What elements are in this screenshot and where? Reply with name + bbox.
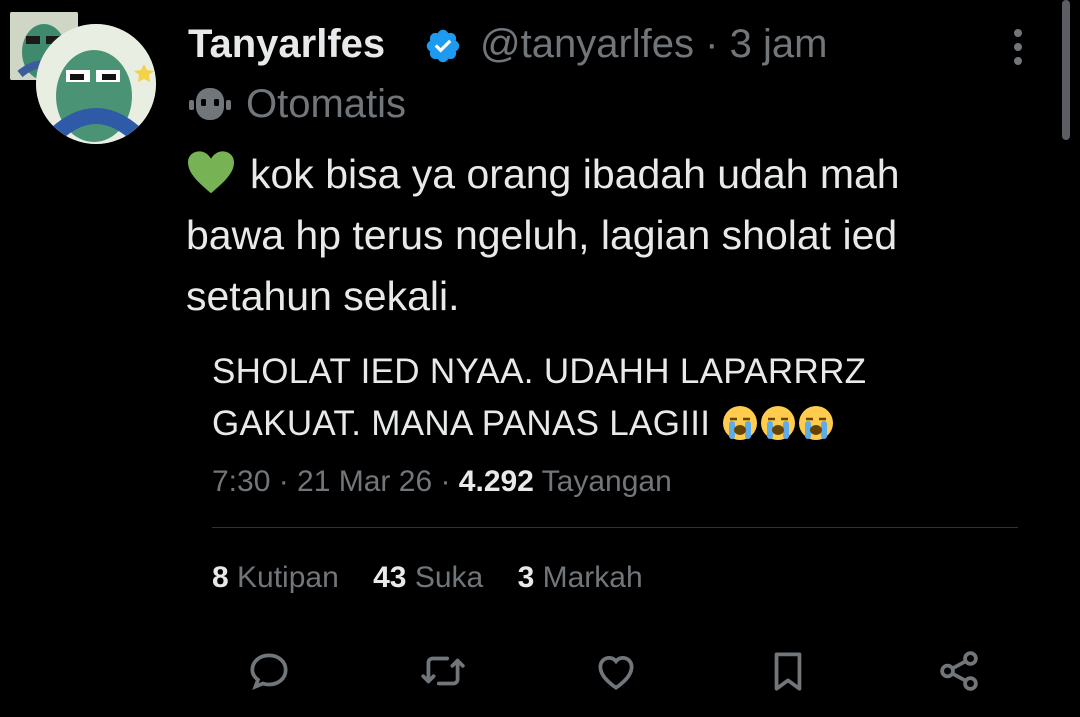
share-icon[interactable] — [934, 646, 984, 696]
quotes-label: Kutipan — [237, 561, 339, 594]
author-name[interactable]: Tanyarlfes — [188, 20, 385, 68]
embedded-post-meta: 7:30 · 21 Mar 26 · 4.292 Tayangan — [212, 462, 672, 502]
loudly-crying-face-emoji — [798, 404, 834, 440]
green-heart-emoji — [186, 150, 236, 196]
robot-icon — [188, 84, 232, 124]
bookmarks-label: Markah — [542, 561, 643, 594]
embedded-line-1: SHOLAT IED NYAA. UDAHH LAPARRRZ — [212, 352, 867, 391]
quotes-count: 8 — [212, 561, 229, 594]
retweet-icon[interactable] — [418, 646, 468, 696]
bookmark-icon[interactable] — [763, 646, 813, 696]
tweet-line-1: kok bisa ya orang ibadah udah mah — [186, 144, 1046, 205]
tweet-line-2: bawa hp terus ngeluh, lagian sholat ied — [186, 212, 898, 258]
embedded-stats: 8 Kutipan 43 Suka 3 Markah — [212, 558, 643, 598]
more-vertical-icon[interactable] — [1006, 28, 1030, 66]
embedded-line-2: GAKUAT. MANA PANAS LAGIII — [212, 398, 972, 450]
loudly-crying-face-emoji — [722, 404, 758, 440]
loudly-crying-face-emoji — [760, 404, 796, 440]
embedded-post-text: SHOLAT IED NYAA. UDAHH LAPARRRZ GAKUAT. … — [212, 346, 972, 450]
embedded-views-count: 4.292 — [458, 465, 534, 498]
post-time[interactable]: · 3 jam — [705, 22, 827, 66]
like-icon[interactable] — [591, 646, 641, 696]
author-handle[interactable]: @tanyarlfes — [480, 22, 694, 66]
reply-icon[interactable] — [244, 646, 294, 696]
author-handle-time[interactable]: @tanyarlfes · 3 jam — [480, 20, 827, 68]
bookmarks-count: 3 — [517, 561, 535, 594]
tweet-line-1-text: kok bisa ya orang ibadah udah mah — [250, 151, 900, 197]
likes-count: 43 — [373, 561, 407, 594]
tweet-text: kok bisa ya orang ibadah udah mah bawa h… — [186, 144, 1046, 327]
embedded-post-time: 7:30 · 21 Mar 26 · — [212, 465, 451, 498]
embedded-divider — [212, 527, 1018, 528]
embedded-line-2-text: GAKUAT. MANA PANAS LAGIII — [212, 404, 711, 443]
automated-label: Otomatis — [246, 82, 407, 126]
scrollbar[interactable] — [1062, 0, 1070, 140]
verified-badge-icon — [424, 27, 462, 65]
likes-label: Suka — [414, 561, 484, 594]
embedded-post-image[interactable]: SHOLAT IED NYAA. UDAHH LAPARRRZ GAKUAT. … — [212, 346, 972, 450]
avatar[interactable] — [36, 24, 156, 144]
embedded-views-label: Tayangan — [541, 465, 672, 498]
tweet-line-3: setahun sekali. — [186, 273, 460, 319]
